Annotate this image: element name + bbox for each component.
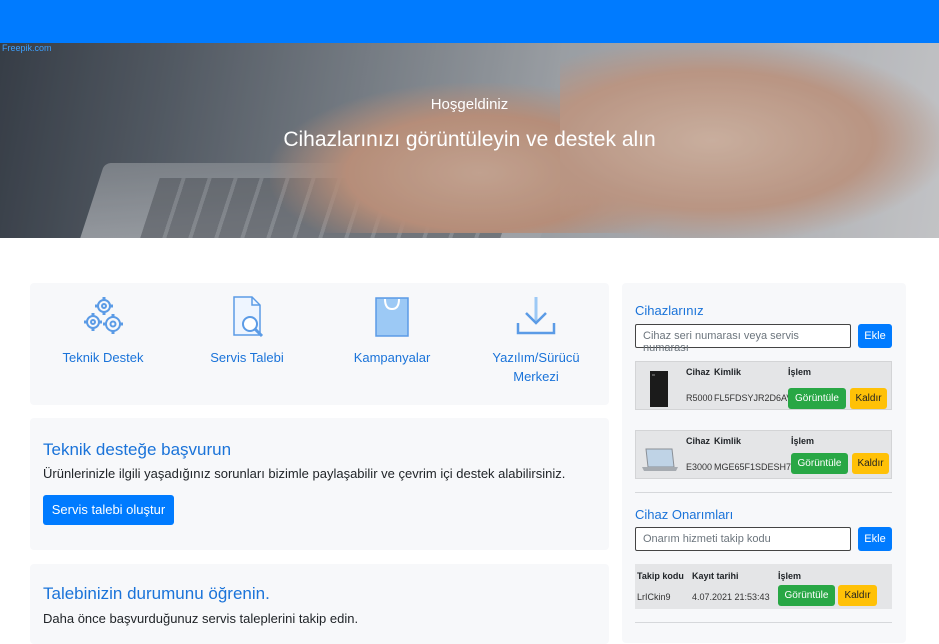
column-record-date: Kayıt tarihi bbox=[692, 571, 739, 581]
quick-link-label: Servis Talebi bbox=[210, 350, 284, 365]
quick-links-panel: Teknik Destek Servis Talebi Kampanyalar … bbox=[30, 283, 609, 405]
device-row: Cihaz Kimlik İşlem R5000 FL5FDSYJR2D6AV … bbox=[635, 361, 892, 410]
device-serial-input[interactable]: Cihaz seri numarası veya servis numarası bbox=[635, 324, 851, 354]
device-model: R5000 bbox=[686, 393, 713, 403]
device-serial: FL5FDSYJR2D6AV bbox=[714, 393, 793, 403]
card-text: Daha önce başvurduğunuz servis talepleri… bbox=[43, 611, 359, 626]
view-device-button[interactable]: Görüntüle bbox=[788, 388, 846, 409]
column-action: İşlem bbox=[791, 436, 815, 446]
add-repair-button[interactable]: Ekle bbox=[858, 527, 892, 551]
column-tracking-code: Takip kodu bbox=[637, 571, 684, 581]
card-title: Teknik desteğe başvurun bbox=[43, 440, 232, 459]
quick-link-campaigns[interactable]: Kampanyalar bbox=[327, 295, 457, 367]
quick-link-label: Kampanyalar bbox=[353, 350, 431, 365]
column-device: Cihaz bbox=[686, 367, 711, 377]
download-icon bbox=[516, 297, 556, 335]
quick-link-label: Yazılım/Sürücü Merkezi bbox=[492, 350, 580, 384]
document-search-icon bbox=[233, 296, 264, 338]
hero-banner: Freepik.com Hoşgeldiniz Cihazlarınızı gö… bbox=[0, 43, 939, 238]
hero-welcome: Hoşgeldiniz bbox=[430, 96, 509, 113]
repair-code: LrICkin9 bbox=[637, 592, 671, 602]
quick-link-service-request[interactable]: Servis Talebi bbox=[182, 295, 312, 367]
device-serial: MGE65F1SDESH7K bbox=[714, 462, 798, 472]
remove-device-button[interactable]: Kaldır bbox=[850, 388, 887, 409]
quick-link-software-drivers[interactable]: Yazılım/Sürücü Merkezi bbox=[471, 295, 601, 386]
hero-title: Cihazlarınızı görüntüleyin ve destek alı… bbox=[283, 128, 656, 151]
column-id: Kimlik bbox=[714, 436, 742, 446]
repair-row: Takip kodu Kayıt tarihi İşlem LrICkin9 4… bbox=[635, 564, 892, 609]
remove-repair-button[interactable]: Kaldır bbox=[838, 585, 877, 606]
view-device-button[interactable]: Görüntüle bbox=[791, 453, 848, 474]
devices-heading: Cihazlarınız bbox=[635, 303, 704, 318]
device-row: Cihaz Kimlik İşlem E3000 MGE65F1SDESH7K … bbox=[635, 430, 892, 479]
device-model: E3000 bbox=[686, 462, 713, 472]
laptop-icon bbox=[642, 448, 678, 471]
request-status-card: Talebinizin durumunu öğrenin. Daha önce … bbox=[30, 564, 609, 644]
create-service-request-button[interactable]: Servis talebi oluştur bbox=[43, 495, 174, 525]
repairs-heading: Cihaz Onarımları bbox=[635, 507, 734, 522]
repair-date: 4.07.2021 21:53:43 bbox=[692, 592, 770, 602]
technical-support-card: Teknik desteğe başvurun Ürünlerinizle il… bbox=[30, 418, 609, 550]
column-action: İşlem bbox=[778, 571, 802, 581]
card-text: Ürünlerinizle ilgili yaşadığınız sorunla… bbox=[43, 466, 566, 481]
quick-link-technical-support[interactable]: Teknik Destek bbox=[38, 295, 168, 367]
top-navbar bbox=[0, 0, 939, 43]
gears-icon bbox=[84, 297, 123, 334]
column-action: İşlem bbox=[788, 367, 812, 377]
repair-code-input[interactable]: Onarım hizmeti takip kodu bbox=[635, 527, 851, 551]
divider bbox=[635, 622, 892, 623]
column-device: Cihaz bbox=[686, 436, 711, 446]
quick-link-label: Teknik Destek bbox=[62, 350, 144, 365]
image-credit: Freepik.com bbox=[2, 43, 52, 53]
divider bbox=[635, 492, 892, 493]
view-repair-button[interactable]: Görüntüle bbox=[778, 585, 835, 606]
sidebar-panel: Cihazlarınız Cihaz seri numarası veya se… bbox=[622, 283, 906, 643]
desktop-tower-icon bbox=[650, 371, 668, 407]
card-title: Talebinizin durumunu öğrenin. bbox=[43, 584, 270, 603]
column-id: Kimlik bbox=[714, 367, 742, 377]
add-device-button[interactable]: Ekle bbox=[858, 324, 892, 348]
shopping-bag-icon bbox=[375, 297, 409, 337]
remove-device-button[interactable]: Kaldır bbox=[852, 453, 889, 474]
